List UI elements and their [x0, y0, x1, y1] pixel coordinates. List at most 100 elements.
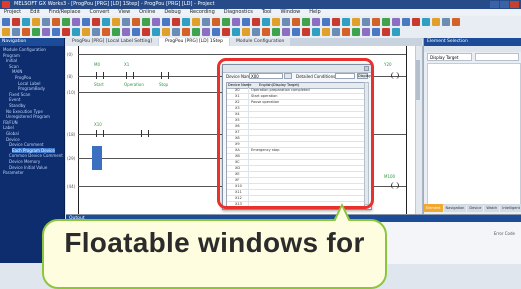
toolbar-button-icon[interactable]: [22, 28, 30, 36]
toolbar-button-icon[interactable]: [62, 28, 70, 36]
contact-symbol[interactable]: [141, 130, 149, 137]
toolbar-button-icon[interactable]: [382, 28, 390, 36]
toolbar-button-icon[interactable]: [12, 28, 20, 36]
navigation-item[interactable]: Module Configuration: [3, 47, 46, 52]
toolbar-button-icon[interactable]: [352, 18, 360, 26]
navigation-item[interactable]: ProgramBody: [18, 86, 45, 91]
toolbar-button-icon[interactable]: [232, 18, 240, 26]
toolbar-button-icon[interactable]: [362, 18, 370, 26]
close-button[interactable]: [510, 1, 519, 8]
element-selection-tab[interactable]: Element Sel: [424, 204, 443, 218]
toolbar-button-icon[interactable]: [282, 28, 290, 36]
toolbar-button-icon[interactable]: [162, 28, 170, 36]
toolbar-button-icon[interactable]: [292, 18, 300, 26]
toolbar-button-icon[interactable]: [202, 28, 210, 36]
toolbar-button-icon[interactable]: [142, 28, 150, 36]
toolbar-button-icon[interactable]: [82, 18, 90, 26]
toolbar-button-icon[interactable]: [132, 28, 140, 36]
toolbar-button-icon[interactable]: [102, 28, 110, 36]
navigation-item[interactable]: Unregistered Program: [6, 114, 50, 119]
toolbar-button-icon[interactable]: [312, 28, 320, 36]
toolbar-button-icon[interactable]: [322, 18, 330, 26]
toolbar-button-icon[interactable]: [192, 28, 200, 36]
toolbar-button-icon[interactable]: [212, 28, 220, 36]
toolbar-button-icon[interactable]: [52, 18, 60, 26]
maximize-button[interactable]: [500, 1, 509, 8]
toolbar-button-icon[interactable]: [292, 28, 300, 36]
menu-item[interactable]: Debug: [160, 9, 185, 16]
toolbar-button-icon[interactable]: [222, 18, 230, 26]
toolbar-button-icon[interactable]: [362, 28, 370, 36]
toolbar-button-icon[interactable]: [252, 18, 260, 26]
tab-local-label[interactable]: ProgPou [PRG] [Local Label Setting]: [66, 38, 159, 46]
menu-item[interactable]: Find/Replace: [45, 9, 86, 16]
element-selection-tab[interactable]: Watch 1: [484, 204, 500, 218]
toolbar-button-icon[interactable]: [142, 18, 150, 26]
coil-symbol[interactable]: [391, 72, 399, 79]
menu-item[interactable]: Help: [305, 9, 325, 16]
toolbar-button-icon[interactable]: [132, 18, 140, 26]
toolbar-button-icon[interactable]: [192, 18, 200, 26]
toolbar-button-icon[interactable]: [372, 28, 380, 36]
navigation-item[interactable]: Device Comment: [9, 142, 44, 147]
element-list[interactable]: [427, 63, 521, 205]
navigation-item[interactable]: Device Initial Value: [9, 165, 47, 170]
navigation-item[interactable]: Fixed Scan: [9, 92, 30, 97]
toolbar-button-icon[interactable]: [412, 18, 420, 26]
contact-symbol[interactable]: [96, 72, 104, 79]
toolbar-button-icon[interactable]: [222, 28, 230, 36]
tab-module-configuration[interactable]: Module Configuration: [230, 38, 291, 46]
toolbar-button-icon[interactable]: [172, 28, 180, 36]
toolbar-button-icon[interactable]: [342, 28, 350, 36]
toolbar-button-icon[interactable]: [32, 18, 40, 26]
menu-item[interactable]: View: [114, 9, 135, 16]
tab-ladder[interactable]: ProgPou [PRG] [LD] 1Step: [159, 38, 230, 46]
toolbar-button-icon[interactable]: [62, 18, 70, 26]
toolbar-button-icon[interactable]: [32, 28, 40, 36]
navigation-item[interactable]: ProgPou: [15, 75, 31, 80]
toolbar-button-icon[interactable]: [262, 18, 270, 26]
toolbar-button-icon[interactable]: [372, 18, 380, 26]
toolbar-button-icon[interactable]: [152, 18, 160, 26]
toolbar-button-icon[interactable]: [422, 18, 430, 26]
menu-item[interactable]: Convert: [86, 9, 115, 16]
toolbar-button-icon[interactable]: [152, 28, 160, 36]
toolbar-button-icon[interactable]: [232, 28, 240, 36]
navigation-item[interactable]: Event: [9, 97, 20, 102]
minimize-button[interactable]: [490, 1, 499, 8]
toolbar-button-icon[interactable]: [212, 18, 220, 26]
navigation-item[interactable]: Common Device Comment: [9, 153, 63, 158]
contact-symbol[interactable]: [161, 72, 169, 79]
toolbar-button-icon[interactable]: [182, 28, 190, 36]
element-selection-tab[interactable]: Navigation: [443, 204, 467, 212]
navigation-item[interactable]: Local Label: [18, 81, 40, 86]
toolbar-button-icon[interactable]: [12, 18, 20, 26]
toolbar-button-icon[interactable]: [92, 28, 100, 36]
toolbar-button-icon[interactable]: [22, 18, 30, 26]
menu-item[interactable]: Edit: [26, 9, 45, 16]
editor-scroll-thumb[interactable]: [416, 60, 420, 100]
toolbar-button-icon[interactable]: [302, 18, 310, 26]
menu-item[interactable]: Online: [135, 9, 160, 16]
navigation-item[interactable]: Global: [6, 131, 19, 136]
menu-item[interactable]: Window: [277, 9, 306, 16]
navigation-item[interactable]: No Execution Type: [6, 109, 43, 114]
navigation-item[interactable]: Parameter: [3, 170, 24, 175]
navigation-item[interactable]: FB/FUN: [3, 120, 18, 125]
toolbar-button-icon[interactable]: [342, 18, 350, 26]
toolbar-button-icon[interactable]: [242, 18, 250, 26]
toolbar-button-icon[interactable]: [72, 18, 80, 26]
toolbar-button-icon[interactable]: [122, 18, 130, 26]
toolbar-button-icon[interactable]: [112, 18, 120, 26]
menu-item[interactable]: Project: [0, 9, 26, 16]
toolbar-button-icon[interactable]: [282, 18, 290, 26]
toolbar-button-icon[interactable]: [42, 28, 50, 36]
coil-symbol[interactable]: [391, 182, 399, 189]
toolbar-button-icon[interactable]: [2, 28, 10, 36]
toolbar-button-icon[interactable]: [302, 28, 310, 36]
navigation-item[interactable]: Each Program Device: [12, 147, 55, 153]
toolbar-button-icon[interactable]: [122, 28, 130, 36]
contact-symbol[interactable]: [126, 72, 134, 79]
menu-item[interactable]: Diagnostics: [220, 9, 258, 16]
toolbar-button-icon[interactable]: [172, 18, 180, 26]
